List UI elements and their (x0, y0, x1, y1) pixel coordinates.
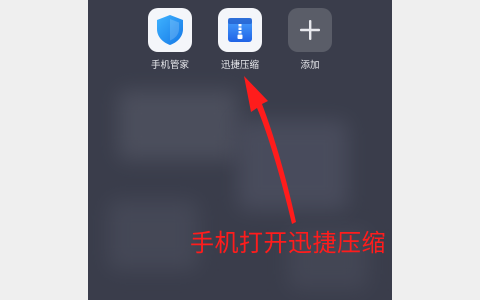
plus-icon (300, 20, 320, 40)
xunjie-compress-app-icon[interactable] (218, 8, 262, 52)
wallpaper-blur (108, 200, 198, 270)
wallpaper-blur (118, 90, 238, 160)
annotation-caption: 手机打开迅捷压缩 (190, 229, 386, 257)
app-xunjie-compress[interactable]: 迅捷压缩 (208, 8, 272, 72)
zip-archive-icon (228, 18, 252, 42)
app-label: 手机管家 (150, 60, 189, 71)
shield-icon (157, 15, 183, 45)
screenshot-stage: 手机管家 迅捷压缩 添加 手机打开迅捷压缩 (0, 0, 480, 300)
app-add[interactable]: 添加 (278, 8, 342, 72)
add-app-icon[interactable] (288, 8, 332, 52)
app-grid: 手机管家 迅捷压缩 添加 (88, 8, 392, 78)
wallpaper-blur (238, 120, 348, 210)
app-label: 添加 (300, 60, 320, 71)
phone-manager-app-icon[interactable] (148, 8, 192, 52)
app-phone-manager[interactable]: 手机管家 (138, 8, 202, 72)
app-label: 迅捷压缩 (220, 60, 259, 71)
